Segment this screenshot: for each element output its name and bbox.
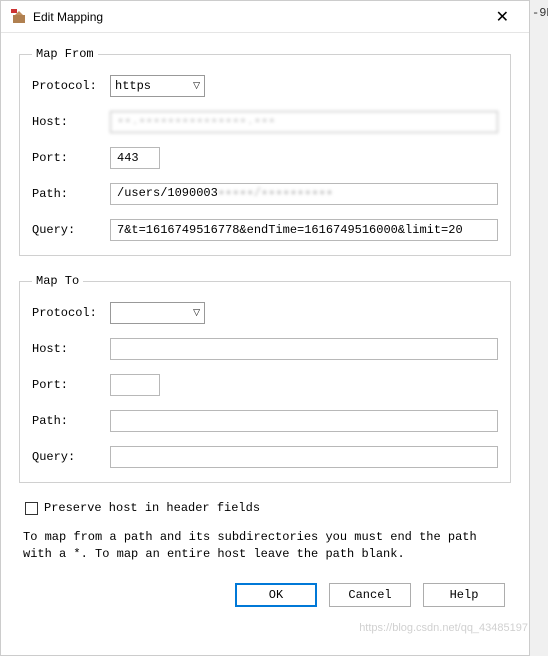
close-icon[interactable]: ✕ [486, 7, 519, 27]
cancel-button[interactable]: Cancel [329, 583, 411, 607]
titlebar: Edit Mapping ✕ [1, 1, 529, 33]
map-from-legend: Map From [32, 47, 98, 61]
window-title: Edit Mapping [33, 10, 486, 24]
ok-button[interactable]: OK [235, 583, 317, 607]
map-from-path-input[interactable]: /users/1090003▪▪▪▪▪/▪▪▪▪▪▪▪▪▪▪ [110, 183, 498, 205]
map-to-path-input[interactable] [110, 410, 498, 432]
preserve-host-checkbox[interactable] [25, 502, 38, 515]
map-to-port-input[interactable] [110, 374, 160, 396]
map-from-protocol-label: Protocol: [32, 79, 110, 93]
map-from-path-label: Path: [32, 187, 110, 201]
dialog-content: Map From Protocol: https ▽ Host: ▪▪.▪▪▪▪… [1, 33, 529, 617]
map-to-port-label: Port: [32, 378, 110, 392]
preserve-host-checkbox-row[interactable]: Preserve host in header fields [25, 501, 511, 515]
map-from-query-input[interactable] [110, 219, 498, 241]
chevron-down-icon: ▽ [193, 81, 200, 91]
map-to-protocol-select[interactable]: ▽ [110, 302, 205, 324]
map-from-group: Map From Protocol: https ▽ Host: ▪▪.▪▪▪▪… [19, 47, 511, 256]
map-to-query-input[interactable] [110, 446, 498, 468]
map-from-host-input[interactable]: ▪▪.▪▪▪▪▪▪▪▪▪▪▪▪▪▪▪.▪▪▪ [110, 111, 498, 133]
app-icon [11, 9, 27, 25]
map-to-protocol-label: Protocol: [32, 306, 110, 320]
map-from-protocol-value: https [115, 79, 151, 93]
map-to-path-label: Path: [32, 414, 110, 428]
help-button[interactable]: Help [423, 583, 505, 607]
map-from-query-label: Query: [32, 223, 110, 237]
map-from-host-label: Host: [32, 115, 110, 129]
button-row: OK Cancel Help [19, 583, 511, 607]
map-to-host-input[interactable] [110, 338, 498, 360]
chevron-down-icon: ▽ [193, 308, 200, 318]
help-text: To map from a path and its subdirectorie… [23, 529, 507, 563]
map-from-port-input[interactable] [110, 147, 160, 169]
map-from-protocol-select[interactable]: https ▽ [110, 75, 205, 97]
map-to-host-label: Host: [32, 342, 110, 356]
edit-mapping-dialog: Edit Mapping ✕ Map From Protocol: https … [0, 0, 530, 656]
preserve-host-label: Preserve host in header fields [44, 501, 260, 515]
map-to-query-label: Query: [32, 450, 110, 464]
right-fragment-text: -9E [532, 6, 548, 20]
map-to-group: Map To Protocol: ▽ Host: Port: Path: [19, 274, 511, 483]
map-from-port-label: Port: [32, 151, 110, 165]
map-to-legend: Map To [32, 274, 83, 288]
